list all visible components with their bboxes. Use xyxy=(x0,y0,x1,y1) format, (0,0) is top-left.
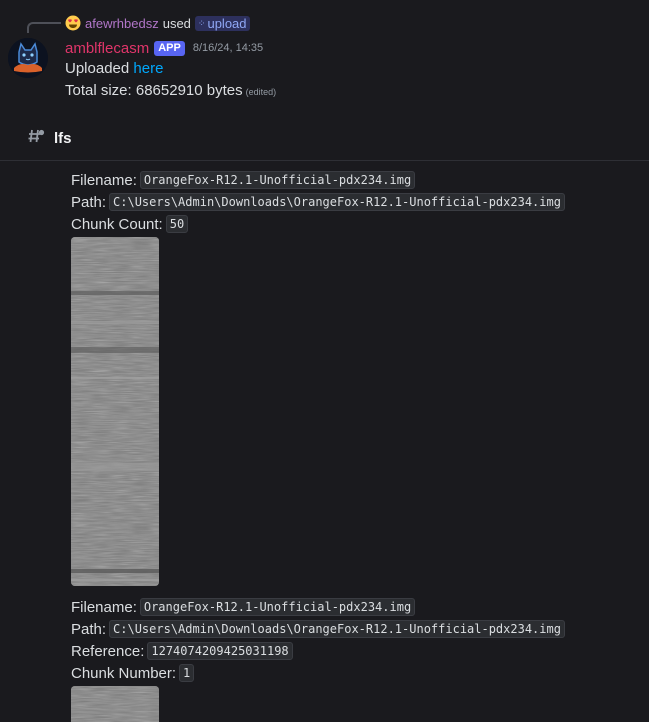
filename-field-2: Filename: OrangeFox-R12.1-Unofficial-pdx… xyxy=(71,597,416,617)
path-field-2: Path: C:\Users\Admin\Downloads\OrangeFox… xyxy=(71,619,565,639)
thread-header[interactable]: lfs xyxy=(26,128,72,148)
chunk-count-field: Chunk Count: 50 xyxy=(71,214,189,234)
chunk-number-field: Chunk Number: 1 xyxy=(71,663,195,683)
app-badge: APP xyxy=(154,40,185,56)
path-field: Path: C:\Users\Admin\Downloads\OrangeFox… xyxy=(71,192,565,212)
reference-label: Reference: xyxy=(71,642,145,660)
chunk-number-value: 1 xyxy=(179,664,195,682)
path-label-2: Path: xyxy=(71,620,107,638)
command-mention[interactable]: ⁘ upload xyxy=(194,15,250,31)
slash-command-icon: ⁘ xyxy=(197,17,205,28)
reference-value: 1274074209425031198 xyxy=(147,642,293,660)
header-divider xyxy=(0,160,649,161)
message-timestamp[interactable]: 8/16/24, 14:35 xyxy=(193,42,263,54)
filename-value: OrangeFox-R12.1-Unofficial-pdx234.img xyxy=(139,171,416,189)
chunk-number-label: Chunk Number: xyxy=(71,664,177,682)
total-size-text: Total size: 68652910 bytes xyxy=(65,82,243,99)
uploaded-link[interactable]: here xyxy=(133,60,163,77)
uploaded-line: Uploaded here xyxy=(65,60,163,77)
reference-field: Reference: 1274074209425031198 xyxy=(71,641,293,661)
filename-label: Filename: xyxy=(71,171,137,189)
chunk-count-label: Chunk Count: xyxy=(71,215,163,233)
filename-label-2: Filename: xyxy=(71,598,137,616)
bot-avatar[interactable] xyxy=(8,38,48,78)
thread-name: lfs xyxy=(54,129,72,147)
chunk-count-value: 50 xyxy=(165,215,189,233)
command-name: upload xyxy=(207,15,247,31)
chunk-image-preview[interactable] xyxy=(71,237,159,586)
uploaded-prefix: Uploaded xyxy=(65,60,130,77)
path-label: Path: xyxy=(71,193,107,211)
heart-eyes-emoji-icon xyxy=(65,15,81,31)
reply-connector xyxy=(27,22,61,33)
reply-reference[interactable]: afewrhbedsz used ⁘ upload xyxy=(65,14,250,32)
path-value-2: C:\Users\Admin\Downloads\OrangeFox-R12.1… xyxy=(109,620,565,638)
message-header: amblflecasm APP 8/16/24, 14:35 xyxy=(65,38,263,58)
author-username[interactable]: amblflecasm xyxy=(65,40,149,57)
thread-hash-icon xyxy=(26,126,46,151)
filename-value-2: OrangeFox-R12.1-Unofficial-pdx234.img xyxy=(139,598,416,616)
filename-field: Filename: OrangeFox-R12.1-Unofficial-pdx… xyxy=(71,170,416,190)
edited-marker: (edited) xyxy=(245,87,277,97)
chunk-image-preview-2[interactable] xyxy=(71,686,159,722)
reply-used-text: used xyxy=(162,15,191,31)
path-value: C:\Users\Admin\Downloads\OrangeFox-R12.1… xyxy=(109,193,565,211)
reply-username[interactable]: afewrhbedsz xyxy=(85,16,159,31)
total-size-line: Total size: 68652910 bytes (edited) xyxy=(65,82,276,99)
